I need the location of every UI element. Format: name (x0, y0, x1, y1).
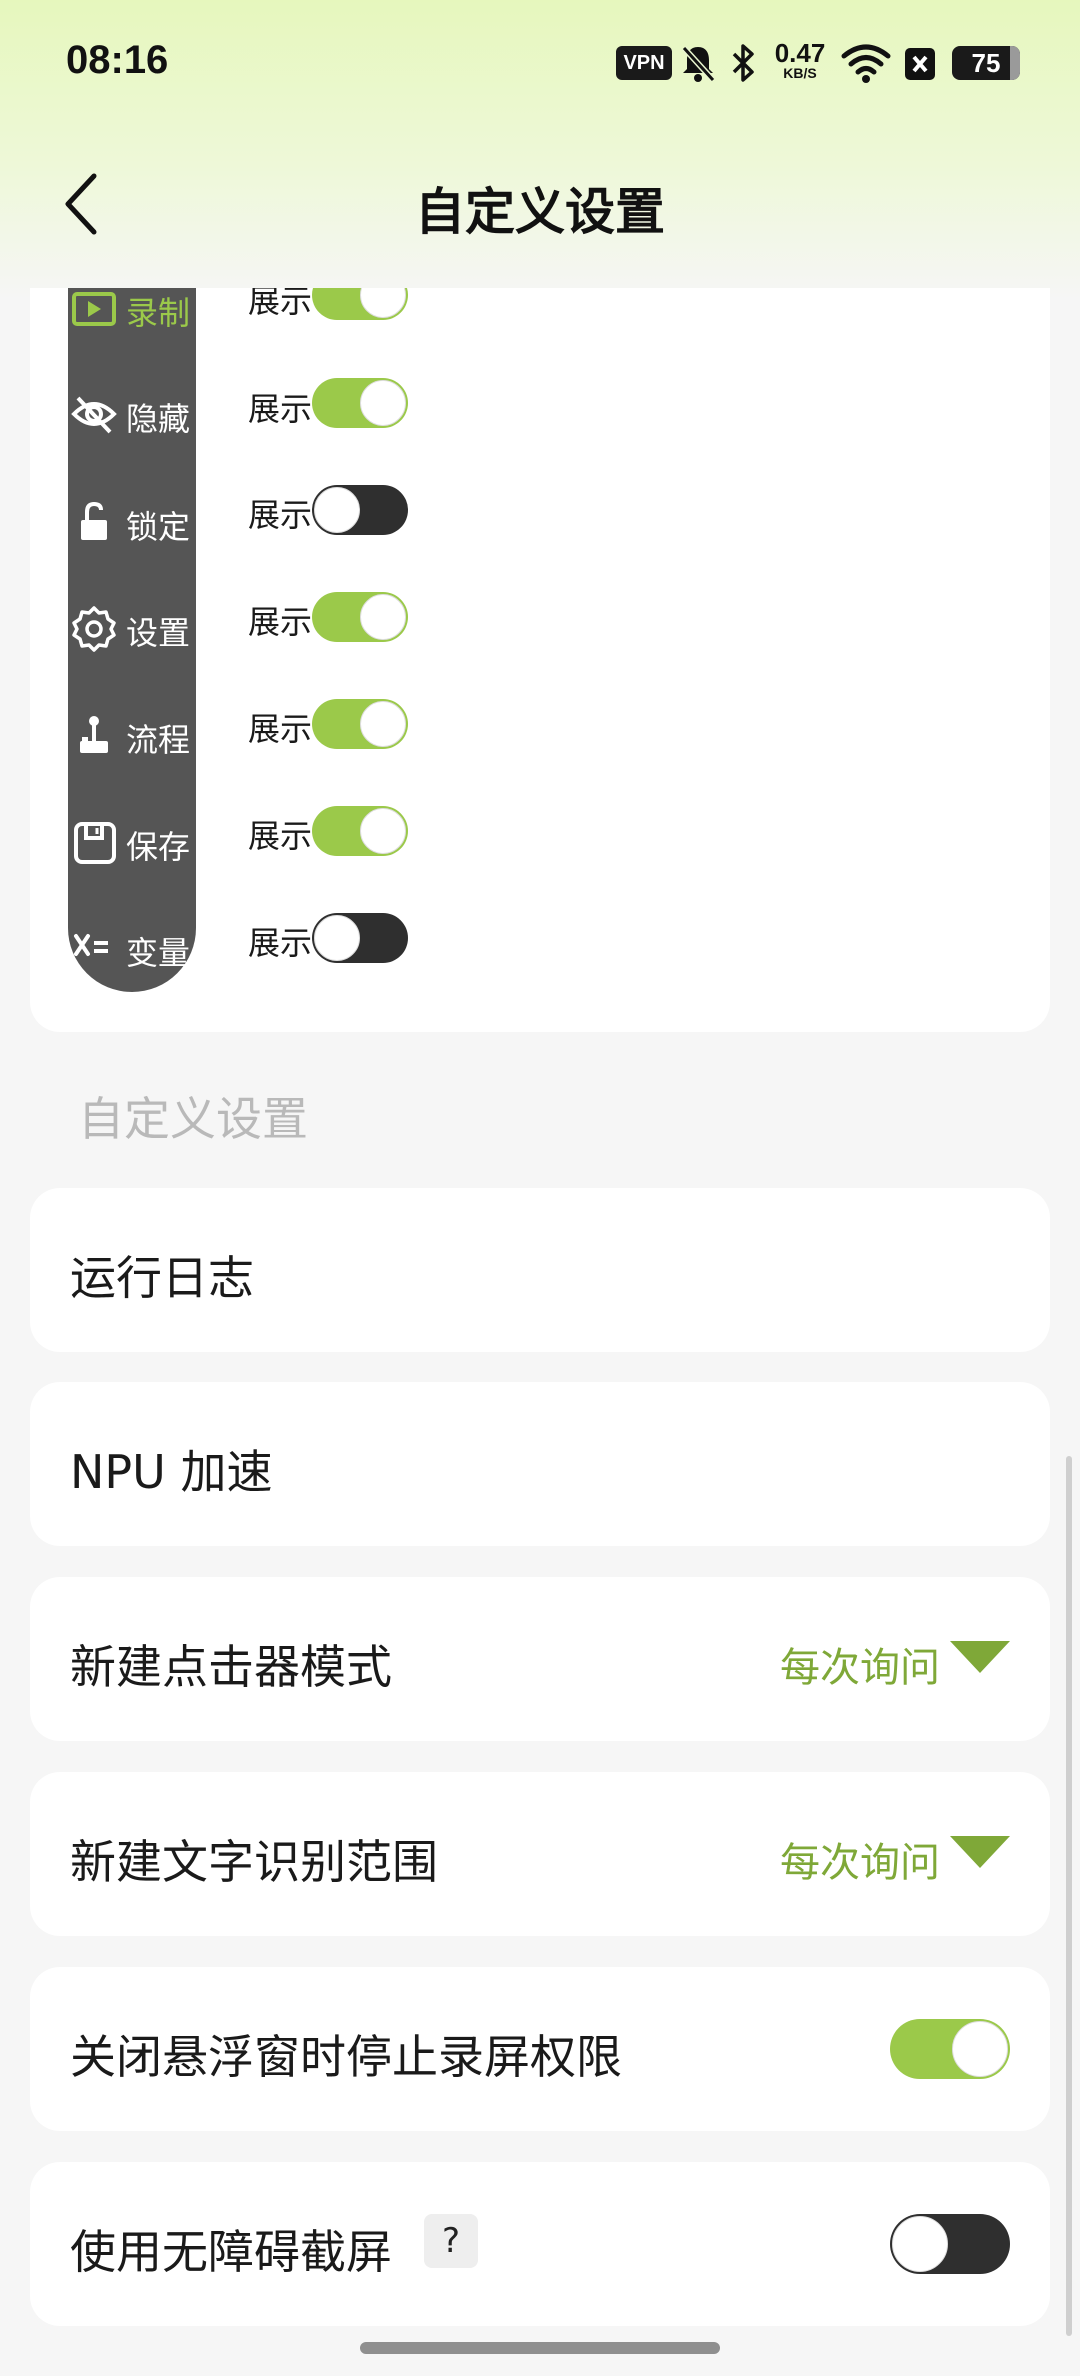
setting-run-log[interactable]: 运行日志 (30, 1188, 1050, 1352)
toggle-label-flow: 展示 (248, 710, 313, 748)
status-time: 08:16 (66, 38, 169, 82)
toggle-show-flow[interactable] (312, 699, 408, 749)
setting-label: 关闭悬浮窗时停止录屏权限 (70, 2030, 622, 2084)
float-bar-item-label: 设置 (126, 614, 191, 652)
toggle-label-save: 展示 (248, 817, 313, 855)
setting-value[interactable]: 每次询问 (780, 1830, 940, 1888)
toggle-label-hide: 展示 (248, 390, 313, 428)
toggle-show-variable[interactable] (312, 913, 408, 963)
toggle-knob (360, 288, 406, 318)
toggle-knob (892, 2216, 948, 2272)
status-icons: VPN 0.47 KB/S 75 (612, 38, 1032, 88)
toggle-knob (314, 915, 360, 961)
float-bar-item-record: 录制 (68, 288, 196, 338)
toggle-show-lock[interactable] (312, 485, 408, 535)
toggle-show-settings[interactable] (312, 592, 408, 642)
float-bar-preview: 录制 隐藏 锁定 设置 流程 保存 变量 (68, 288, 196, 992)
save-icon (74, 822, 116, 864)
setting-npu-acceleration[interactable]: NPU 加速 (30, 1382, 1050, 1546)
setting-stop-record-on-close: 关闭悬浮窗时停止录屏权限 (30, 1967, 1050, 2131)
setting-new-ocr-range[interactable]: 新建文字识别范围 每次询问 (30, 1772, 1050, 1936)
setting-label: 新建文字识别范围 (70, 1835, 438, 1889)
vpn-icon: VPN (616, 46, 672, 80)
toggle-show-record[interactable] (312, 288, 408, 320)
network-speed-unit: KB/S (783, 65, 817, 81)
home-indicator[interactable] (360, 2342, 720, 2354)
toggle-label-settings: 展示 (248, 603, 313, 641)
toggle-knob (314, 487, 360, 533)
battery-empty-segment (1010, 46, 1020, 80)
float-bar-item-variable: 变量 (68, 918, 196, 978)
setting-label: 新建点击器模式 (70, 1640, 392, 1694)
scrollbar[interactable] (1066, 1456, 1072, 2336)
dropdown-triangle-icon[interactable] (950, 1836, 1010, 1868)
record-icon (72, 292, 116, 326)
float-bar-item-lock: 锁定 (68, 492, 196, 552)
float-bar-item-label: 变量 (126, 934, 191, 972)
toggle-knob (360, 701, 406, 747)
bluetooth-icon (732, 44, 754, 82)
battery-level: 75 (971, 48, 1001, 78)
wifi-icon (841, 44, 891, 83)
toggle-knob (360, 808, 406, 854)
setting-accessibility-screenshot: 使用无障碍截屏 ? (30, 2162, 1050, 2326)
toggle-label-record: 展示 (248, 288, 313, 320)
setting-label: 运行日志 (70, 1251, 254, 1305)
float-bar-item-label: 隐藏 (126, 400, 191, 438)
float-bar-item-flow: 流程 (68, 705, 196, 765)
gear-icon (72, 606, 116, 652)
float-bar-item-label: 流程 (126, 721, 191, 759)
app-notification-icon (905, 48, 935, 80)
setting-new-clicker-mode[interactable]: 新建点击器模式 每次询问 (30, 1577, 1050, 1741)
toggle-stop-record-on-close[interactable] (890, 2019, 1010, 2079)
float-bar-item-label: 锁定 (126, 508, 191, 546)
float-bar-item-hide: 隐藏 (68, 384, 196, 444)
section-title: 自定义设置 (78, 1092, 308, 1146)
float-bar-item-save: 保存 (68, 812, 196, 872)
network-speed: 0.47 KB/S (770, 40, 830, 80)
setting-value[interactable]: 每次询问 (780, 1635, 940, 1693)
dropdown-triangle-icon[interactable] (950, 1641, 1010, 1673)
setting-label: NPU 加速 (70, 1445, 273, 1499)
variable-icon (74, 934, 108, 956)
setting-label: 使用无障碍截屏 (70, 2225, 392, 2279)
bell-off-icon (681, 45, 716, 83)
battery-icon: 75 (952, 46, 1020, 80)
float-bar-settings-card: 录制 隐藏 锁定 设置 流程 保存 变量 展示 展示 展示 展示 展示 展示 展… (30, 288, 1050, 1032)
joystick-icon (80, 716, 108, 753)
toggle-knob (360, 380, 406, 426)
toggle-knob (360, 594, 406, 640)
float-bar-item-label: 保存 (126, 828, 191, 866)
toggle-show-save[interactable] (312, 806, 408, 856)
lock-icon (81, 501, 107, 540)
toggle-accessibility-screenshot[interactable] (890, 2214, 1010, 2274)
page-title: 自定义设置 (415, 183, 665, 241)
eye-off-icon (71, 396, 117, 434)
float-bar-item-settings: 设置 (68, 598, 196, 658)
toggle-label-lock: 展示 (248, 496, 313, 534)
toggle-knob (952, 2021, 1008, 2077)
help-button[interactable]: ? (424, 2214, 478, 2268)
network-speed-value: 0.47 (774, 38, 826, 68)
toggle-show-hide[interactable] (312, 378, 408, 428)
float-bar-item-label: 录制 (126, 294, 191, 332)
toggle-label-variable: 展示 (248, 924, 313, 962)
